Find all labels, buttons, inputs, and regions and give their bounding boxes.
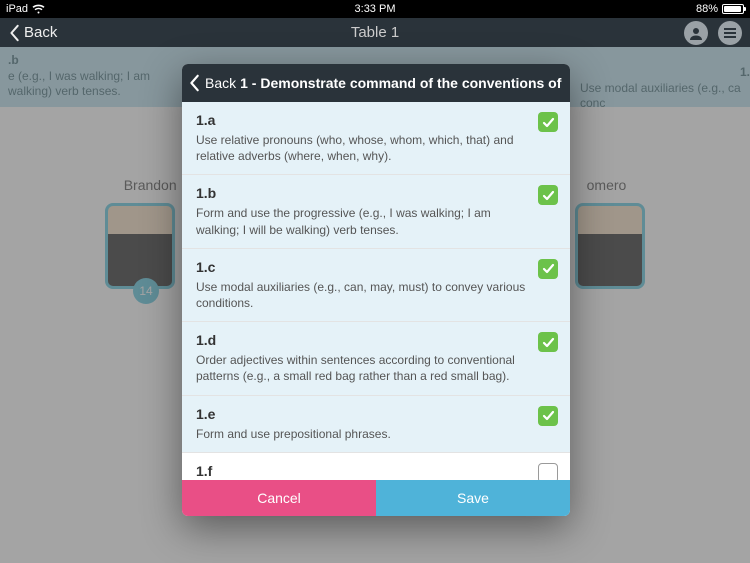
standard-code: 1.e [196,406,530,422]
check-icon [542,189,555,202]
standard-code: 1.a [196,112,530,128]
list-icon[interactable] [718,21,742,45]
modal-back-button[interactable]: Back [188,74,236,92]
standard-code: 1.c [196,259,530,275]
standard-item[interactable]: 1.b Form and use the progressive (e.g., I… [182,175,570,248]
nav-back-button[interactable]: Back [8,24,57,42]
check-icon [542,116,555,129]
standard-checkbox[interactable] [538,332,558,352]
standard-item[interactable]: 1.c Use modal auxiliaries (e.g., can, may… [182,249,570,322]
standard-description: Form and use prepositional phrases. [196,426,530,442]
battery-percent: 88% [696,3,718,15]
standard-checkbox[interactable] [538,259,558,279]
standard-checkbox[interactable] [538,463,558,480]
clock: 3:33 PM [252,3,498,15]
standard-code: 1.f [196,463,530,479]
save-button[interactable]: Save [376,480,570,516]
standard-checkbox[interactable] [538,112,558,132]
chevron-left-icon [8,24,22,42]
battery-icon [722,4,744,14]
standards-modal: Back 1 - Demonstrate command of the conv… [182,64,570,516]
cancel-button[interactable]: Cancel [182,480,376,516]
page-title: Table 1 [351,24,399,41]
standard-item[interactable]: 1.d Order adjectives within sentences acc… [182,322,570,395]
modal-back-label: Back [205,75,236,91]
standard-description: Use modal auxiliaries (e.g., can, may, m… [196,279,530,311]
standard-item[interactable]: 1.a Use relative pronouns (who, whose, wh… [182,102,570,175]
modal-footer: Cancel Save [182,480,570,516]
device-label: iPad [6,3,28,15]
standard-checkbox[interactable] [538,185,558,205]
standard-item[interactable]: 1.e Form and use prepositional phrases. [182,396,570,453]
standard-description: Order adjectives within sentences accord… [196,352,530,384]
nav-back-label: Back [24,24,57,41]
chevron-left-icon [188,74,202,92]
wifi-icon [32,2,45,17]
standard-checkbox[interactable] [538,406,558,426]
standard-description: Form and use the progressive (e.g., I wa… [196,205,530,237]
check-icon [542,336,555,349]
standard-code: 1.d [196,332,530,348]
standard-item[interactable]: 1.fProduce complete sentences, recognizi… [182,453,570,480]
standard-code: 1.b [196,185,530,201]
modal-header: Back 1 - Demonstrate command of the conv… [182,64,570,102]
standards-list[interactable]: 1.a Use relative pronouns (who, whose, wh… [182,102,570,480]
status-bar: iPad 3:33 PM 88% [0,0,750,18]
check-icon [542,262,555,275]
navigation-bar: Back Table 1 [0,18,750,47]
profile-icon[interactable] [684,21,708,45]
check-icon [542,409,555,422]
standard-description: Use relative pronouns (who, whose, whom,… [196,132,530,164]
modal-title: 1 - Demonstrate command of the conventio… [240,75,564,91]
